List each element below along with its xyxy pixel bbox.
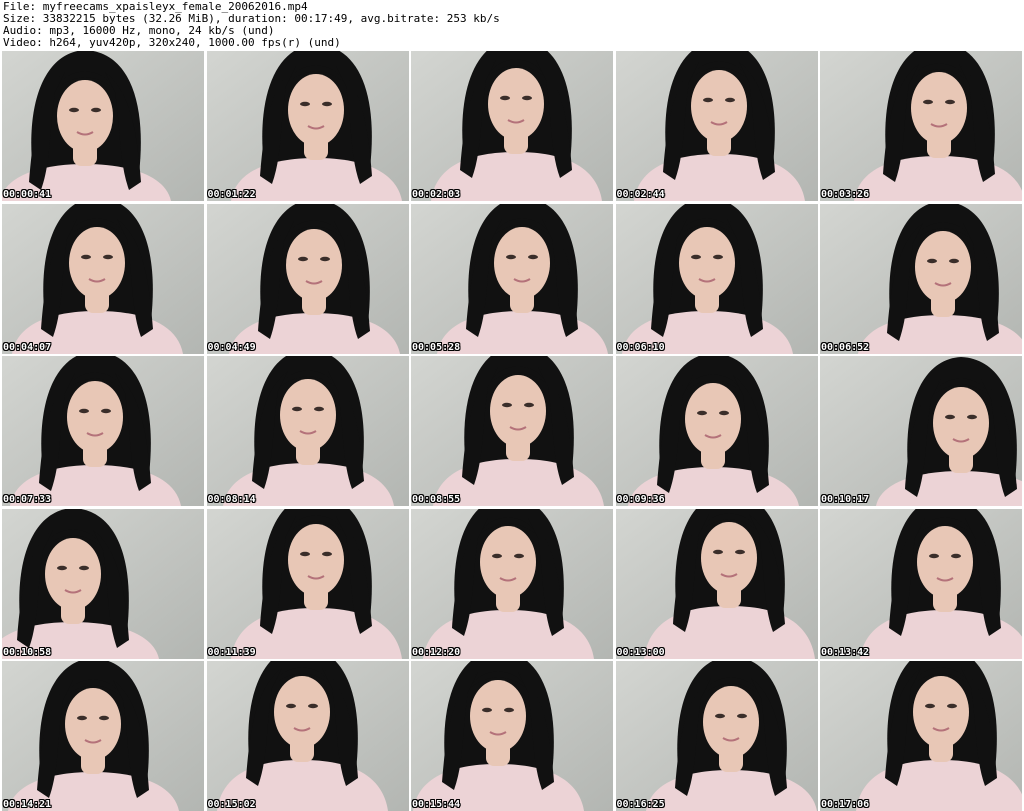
thumbnail: 00:06:10 <box>615 203 818 354</box>
video-frame-image <box>820 356 1022 506</box>
video-frame-image <box>206 508 409 659</box>
thumbnail-timestamp: 00:11:39 <box>207 646 256 658</box>
thumbnail: 00:01:22 <box>206 51 409 201</box>
video-frame-image <box>411 661 613 811</box>
thumbnail-timestamp: 00:02:44 <box>616 189 665 200</box>
video-frame-image <box>2 356 204 506</box>
thumbnail-timestamp: 00:06:10 <box>616 341 665 353</box>
thumbnail: 00:12:20 <box>411 508 613 659</box>
thumbnail-timestamp: 00:10:58 <box>3 646 52 658</box>
video-frame-image <box>820 661 1022 811</box>
thumbnail-timestamp: 00:08:55 <box>412 494 461 505</box>
video-frame-image <box>820 203 1022 354</box>
thumbnail: 00:17:06 <box>820 661 1022 811</box>
thumbnail: 00:15:44 <box>411 661 613 811</box>
thumbnail-timestamp: 00:08:14 <box>207 494 256 505</box>
thumbnail-timestamp: 00:16:25 <box>616 799 665 810</box>
thumbnail: 00:08:14 <box>206 356 409 506</box>
video-frame-image <box>2 508 204 659</box>
video-frame-image <box>206 661 409 811</box>
thumbnail: 00:08:55 <box>411 356 613 506</box>
thumbnail-timestamp: 00:02:03 <box>412 189 461 200</box>
thumbnail: 00:06:52 <box>820 203 1022 354</box>
thumbnail: 00:02:03 <box>411 51 613 201</box>
thumbnail-timestamp: 00:04:49 <box>207 341 256 353</box>
thumbnail-timestamp: 00:17:06 <box>821 799 870 810</box>
video-frame-image <box>615 203 818 354</box>
thumbnail: 00:13:42 <box>820 508 1022 659</box>
thumbnail-timestamp: 00:10:17 <box>821 494 870 505</box>
thumbnail-timestamp: 00:15:02 <box>207 799 256 810</box>
thumbnail-timestamp: 00:00:41 <box>3 189 52 200</box>
video-line: Video: h264, yuv420p, 320x240, 1000.00 f… <box>3 36 341 49</box>
video-frame-image <box>820 508 1022 659</box>
thumbnail-timestamp: 00:14:21 <box>3 799 52 810</box>
thumbnail-timestamp: 00:05:28 <box>412 341 461 353</box>
thumbnail: 00:10:58 <box>2 508 204 659</box>
thumbnail-timestamp: 00:15:44 <box>412 799 461 810</box>
thumbnail: 00:07:33 <box>2 356 204 506</box>
video-frame-image <box>615 51 818 201</box>
thumbnail: 00:02:44 <box>615 51 818 201</box>
video-frame-image <box>206 51 409 201</box>
thumbnail: 00:09:36 <box>615 356 818 506</box>
thumbnail: 00:04:49 <box>206 203 409 354</box>
thumbnail: 00:14:21 <box>2 661 204 811</box>
thumbnail: 00:16:25 <box>615 661 818 811</box>
thumbnail: 00:03:26 <box>820 51 1022 201</box>
video-frame-image <box>615 661 818 811</box>
video-frame-image <box>2 203 204 354</box>
video-frame-image <box>615 508 818 659</box>
video-frame-image <box>820 51 1022 201</box>
video-frame-image <box>411 203 613 354</box>
video-frame-image <box>411 51 613 201</box>
thumbnail-timestamp: 00:01:22 <box>207 189 256 200</box>
thumbnail: 00:15:02 <box>206 661 409 811</box>
thumbnail: 00:00:41 <box>2 51 204 201</box>
video-frame-image <box>206 203 409 354</box>
video-frame-image <box>411 356 613 506</box>
video-frame-image <box>615 356 818 506</box>
thumbnail-timestamp: 00:13:00 <box>616 646 665 658</box>
video-frame-image <box>411 508 613 659</box>
thumbnail: 00:11:39 <box>206 508 409 659</box>
thumbnail-timestamp: 00:12:20 <box>412 646 461 658</box>
thumbnail-timestamp: 00:04:07 <box>3 341 52 353</box>
thumbnail: 00:10:17 <box>820 356 1022 506</box>
video-frame-image <box>206 356 409 506</box>
thumbnail-timestamp: 00:09:36 <box>616 494 665 505</box>
video-frame-image <box>2 661 204 811</box>
thumbnail: 00:04:07 <box>2 203 204 354</box>
thumbnail-grid: 00:00:41 00:01:22 00:02:03 00:02:44 00:03:26… <box>2 51 1022 811</box>
video-frame-image <box>2 51 204 201</box>
thumbnail-timestamp: 00:03:26 <box>821 189 870 200</box>
thumbnail: 00:13:00 <box>615 508 818 659</box>
thumbnail-timestamp: 00:07:33 <box>3 494 52 505</box>
info-header: File: myfreecams_xpaisleyx_female_200620… <box>0 0 1024 50</box>
thumbnail-timestamp: 00:06:52 <box>821 341 870 353</box>
thumbnail: 00:05:28 <box>411 203 613 354</box>
thumbnail-timestamp: 00:13:42 <box>821 646 870 658</box>
